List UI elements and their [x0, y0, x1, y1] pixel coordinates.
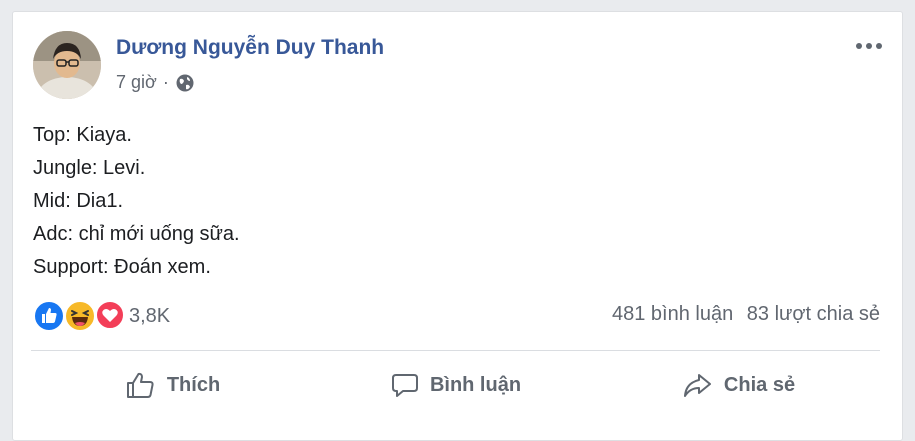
haha-reaction-icon: [64, 300, 96, 332]
divider: [31, 350, 880, 351]
reaction-count: 3,8K: [129, 304, 171, 327]
post-line-top: Top: Kiaya.: [33, 124, 132, 146]
action-bar: Thích Bình luận Chia sẻ: [31, 362, 880, 408]
post-line-jungle: Jungle: Levi.: [33, 157, 146, 179]
post-text: Top: Kiaya. Jungle: Levi. Mid: Dia1. Adc…: [33, 119, 240, 284]
author-name[interactable]: Dương Nguyễn Duy Thanh: [116, 36, 384, 60]
like-label: Thích: [166, 373, 221, 396]
comment-label: Bình luận: [429, 373, 522, 396]
comment-button[interactable]: Bình luận: [314, 362, 597, 408]
post-line-support: Support: Đoán xem.: [33, 256, 211, 278]
comment-count[interactable]: 481 bình luận: [612, 303, 733, 325]
avatar[interactable]: [33, 31, 101, 99]
post-line-adc: Adc: chỉ mới uống sữa.: [33, 223, 240, 245]
post-line-mid: Mid: Dia1.: [33, 190, 124, 212]
share-icon: [683, 374, 711, 397]
share-label: Chia sẻ: [723, 373, 796, 396]
more-options-icon[interactable]: [852, 36, 886, 56]
reactions-summary[interactable]: 3,8K: [33, 299, 170, 333]
comment-icon: [391, 374, 418, 397]
globe-icon[interactable]: [175, 73, 195, 93]
post-meta: 7 giờ ·: [116, 72, 195, 93]
engagement-stats: 481 bình luận 83 lượt chia sẻ: [612, 303, 880, 326]
like-reaction-icon: [33, 300, 65, 332]
post-card: Dương Nguyễn Duy Thanh 7 giờ · Top: Kiay…: [12, 11, 903, 441]
post-time[interactable]: 7 giờ: [116, 72, 157, 93]
meta-separator: ·: [162, 72, 169, 92]
thumbs-up-icon: [126, 372, 154, 398]
love-reaction-icon: [95, 300, 125, 330]
share-count[interactable]: 83 lượt chia sẻ: [747, 303, 880, 325]
reaction-icons: [33, 299, 125, 333]
share-button[interactable]: Chia sẻ: [597, 362, 880, 408]
like-button[interactable]: Thích: [31, 362, 314, 408]
